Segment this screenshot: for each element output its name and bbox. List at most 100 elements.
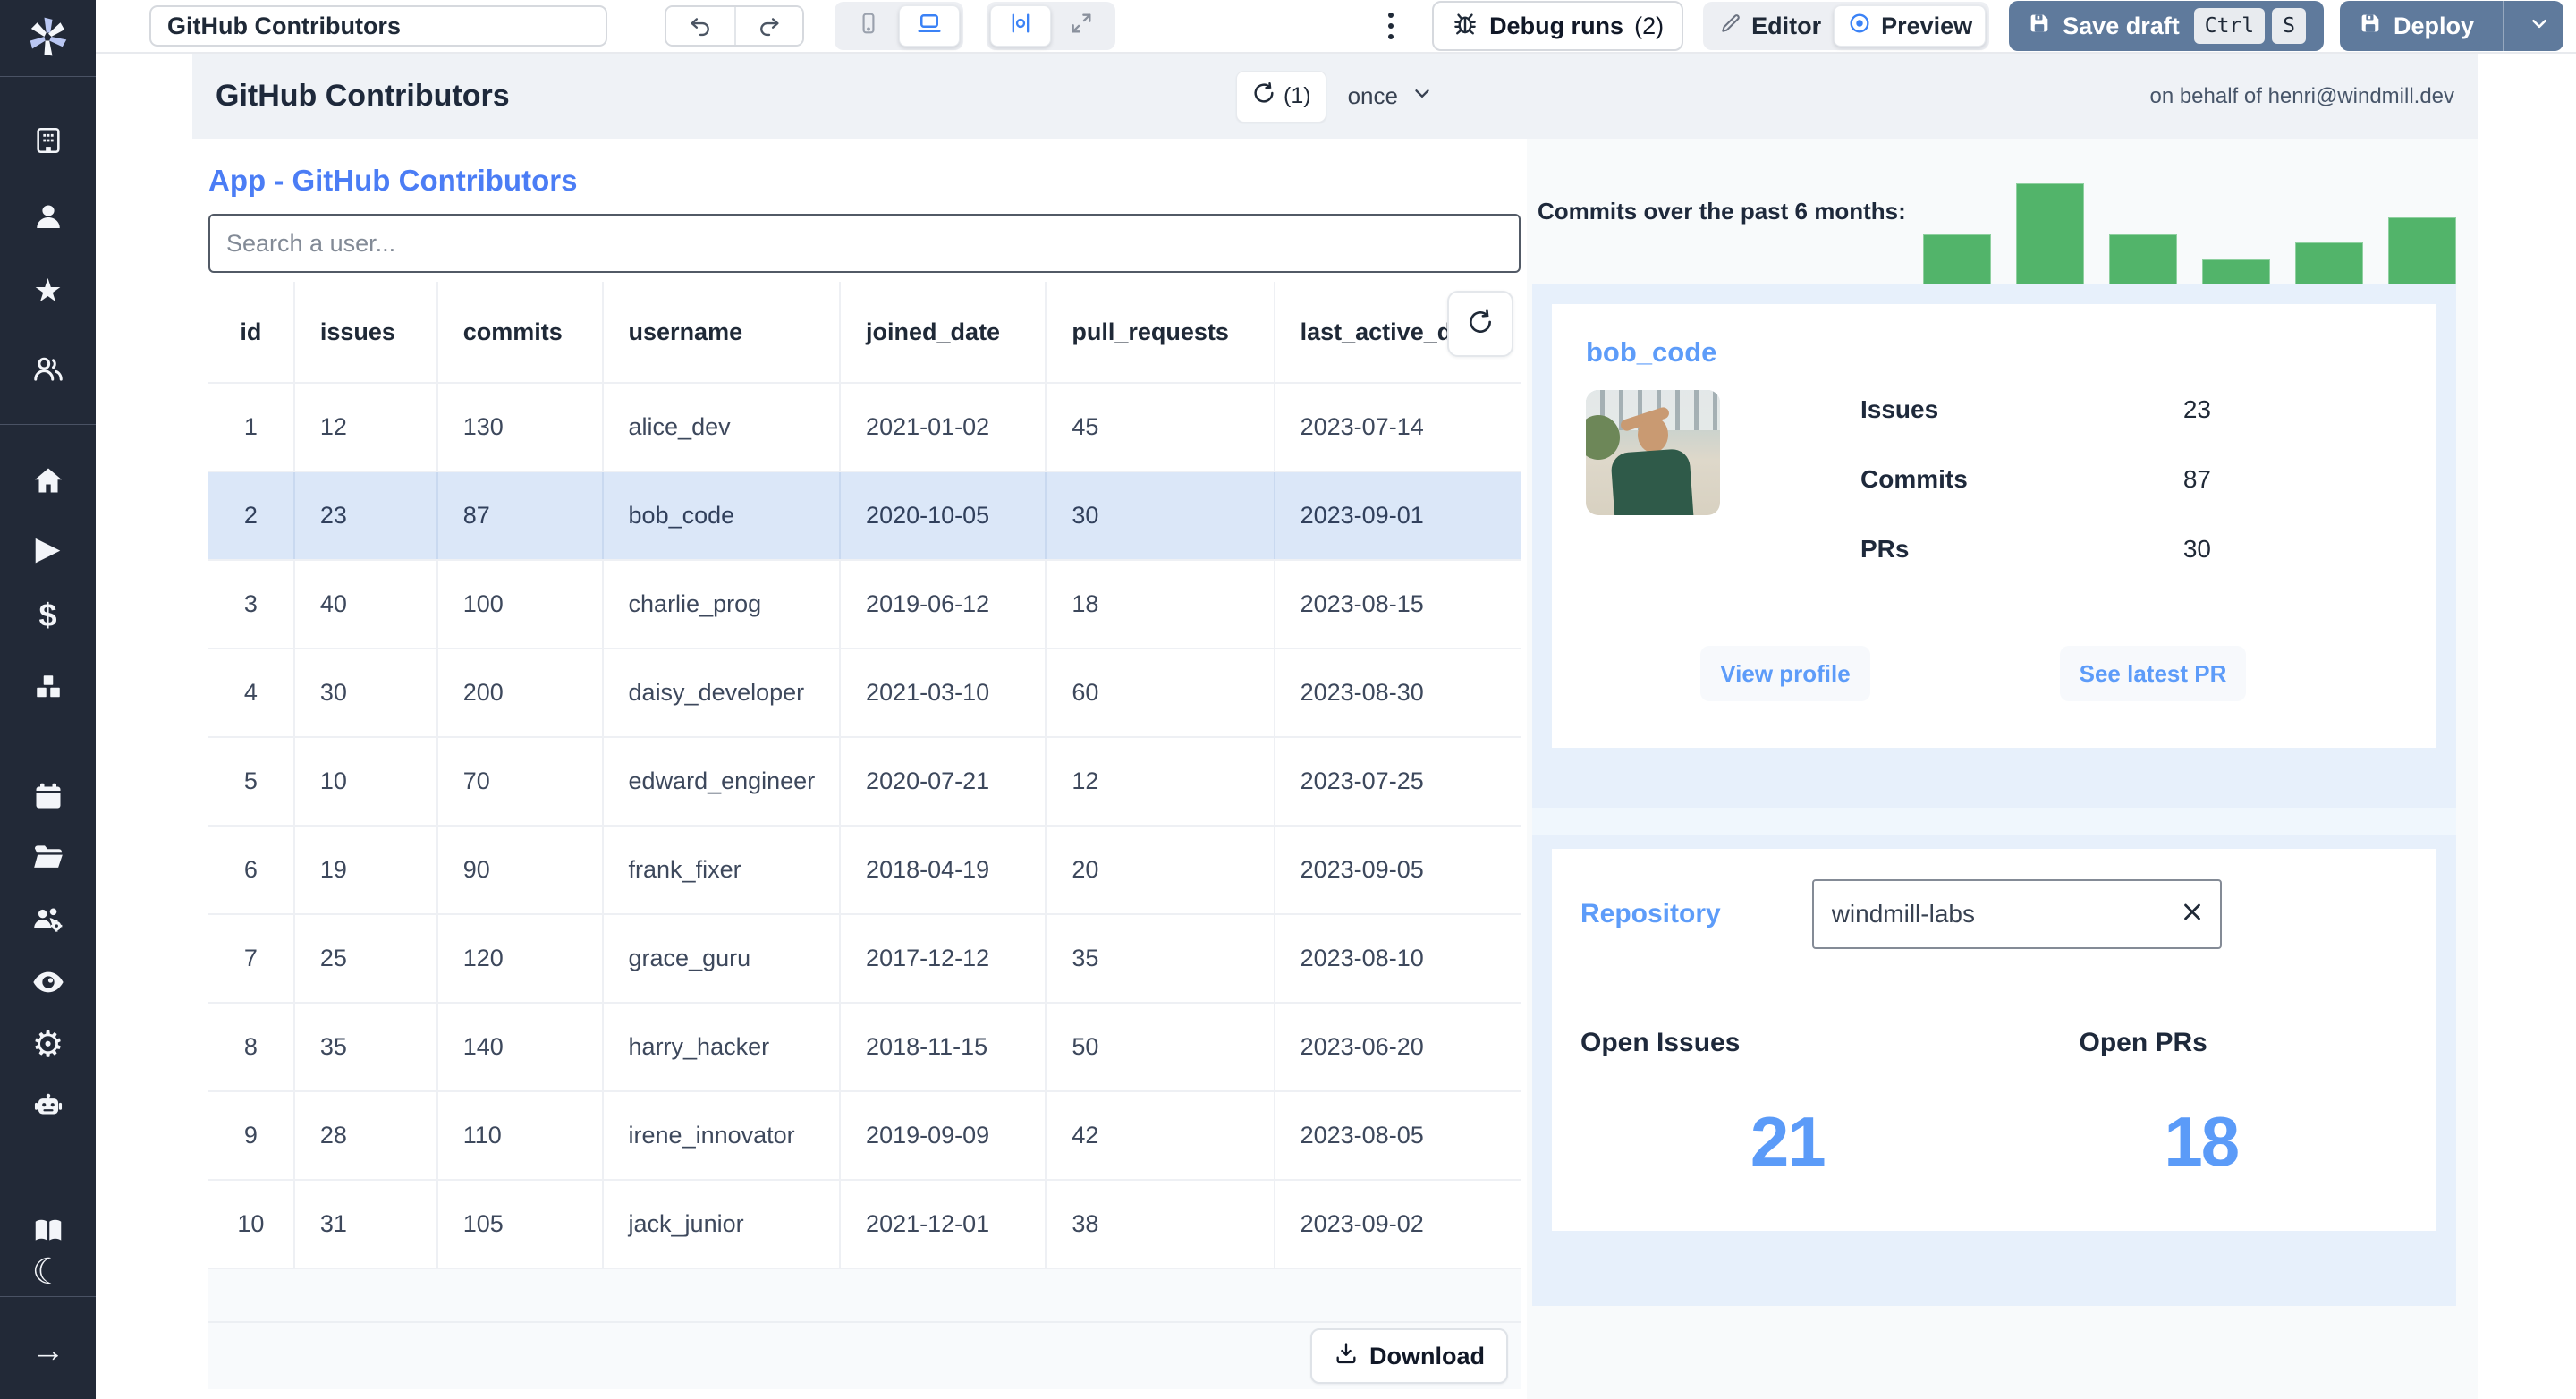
desktop-view-button[interactable] [899, 5, 960, 47]
table-refresh-button[interactable] [1447, 291, 1513, 357]
save-draft-button[interactable]: Save draft Ctrl S [2009, 1, 2324, 51]
stat-value: 87 [2182, 465, 2211, 493]
table-cell: daisy_developer [604, 649, 842, 736]
windmill-app-editor: ★ ▶ $ ⚙ ☾ → GitHub Contributors Debug ru… [0, 0, 2576, 1399]
app-refresh-button[interactable]: (1) [1236, 70, 1326, 123]
table-cell: 2023-09-05 [1300, 856, 1424, 883]
more-options-menu[interactable] [1373, 5, 1409, 47]
pencil-icon [1719, 12, 1742, 41]
table-empty-strip [208, 1269, 1521, 1321]
sidebar-item-groups[interactable] [21, 350, 75, 389]
folder-icon [31, 840, 65, 874]
sidebar-item-docs[interactable] [21, 1211, 75, 1251]
table-cell: 120 [438, 915, 604, 1002]
app-name-input[interactable] [149, 5, 607, 47]
stat-row: Commits 87 [1860, 465, 2211, 494]
chart-bar-4 [2202, 259, 2270, 284]
table-cell: 2023-06-20 [1300, 1033, 1424, 1060]
table-cell: 2023-08-05 [1300, 1122, 1424, 1149]
download-button[interactable]: Download [1310, 1328, 1508, 1384]
sidebar-item-folders[interactable] [21, 837, 75, 877]
sidebar-item-favorites[interactable]: ★ [21, 271, 75, 310]
sidebar-item-audit[interactable] [21, 962, 75, 1002]
save-icon [2027, 11, 2052, 42]
table-row[interactable]: 3 40 100 charlie_prog 2019-06-12 18 2023-08-15 [208, 561, 1521, 649]
table-cell: 35 [295, 1004, 438, 1090]
sidebar-collapse-button[interactable]: → [21, 1331, 75, 1370]
sidebar-item-billing[interactable]: $ [21, 596, 75, 635]
dollar-icon: $ [38, 597, 57, 633]
mobile-view-button[interactable] [838, 5, 899, 47]
table-cell: 130 [438, 384, 604, 471]
laptop-icon [916, 10, 943, 43]
column-header-issues: issues [295, 282, 438, 382]
windmill-logo[interactable] [24, 13, 72, 65]
table-row[interactable]: 6 19 90 frank_fixer 2018-04-19 20 2023-09-05 [208, 827, 1521, 915]
table-body: 1 12 130 alice_dev 2021-01-02 45 2023-07-14 2 23… [208, 384, 1521, 1269]
undo-button[interactable] [666, 7, 734, 45]
sidebar-item-schedules[interactable] [21, 776, 75, 816]
table-row[interactable]: 9 28 110 irene_innovator 2019-09-09 42 2023-08… [208, 1092, 1521, 1181]
refresh-count: (1) [1284, 83, 1311, 108]
redo-button[interactable] [734, 7, 802, 45]
table-cell: 28 [295, 1092, 438, 1179]
table-row[interactable]: 4 30 200 daisy_developer 2021-03-10 60 2023-08… [208, 649, 1521, 738]
sidebar-item-runs[interactable]: ▶ [21, 529, 75, 568]
table-row[interactable]: 2 23 87 bob_code 2020-10-05 30 2023-09-01 [208, 472, 1521, 561]
column-header-joined_date: joined_date [841, 282, 1047, 382]
repository-input[interactable] [1811, 879, 2222, 949]
debug-runs-label: Debug runs [1489, 12, 1624, 39]
table-cell: 2023-07-14 [1300, 413, 1424, 440]
table-row[interactable]: 5 10 70 edward_engineer 2020-07-21 12 2023-07-… [208, 738, 1521, 827]
on-behalf-of-label: on behalf of henri@windmill.dev [2149, 83, 2455, 108]
clear-input-button[interactable] [2179, 899, 2206, 930]
shortcut-key: Ctrl [2193, 8, 2266, 44]
fullwidth-button[interactable] [1051, 5, 1112, 47]
stat-label: Issues [1860, 395, 1939, 423]
deploy-button[interactable]: Deploy [2339, 1, 2563, 51]
table-row[interactable]: 7 25 120 grace_guru 2017-12-12 35 2023-08-10 [208, 915, 1521, 1004]
table-row[interactable]: 10 31 105 jack_junior 2021-12-01 38 2023-09-02 [208, 1181, 1521, 1269]
sidebar-item-user[interactable] [21, 198, 75, 237]
chart-bar-3 [2109, 234, 2177, 284]
user-card: bob_code Issues 23 Commits 87 PRs 30 View pro… [1552, 304, 2436, 748]
shortcut-key: S [2272, 8, 2306, 44]
center-align-button[interactable] [990, 5, 1051, 47]
view-profile-button[interactable]: View profile [1700, 646, 1870, 701]
table-row[interactable]: 8 35 140 harry_hacker 2018-11-15 50 2023-06-20 [208, 1004, 1521, 1092]
sidebar-item-ai[interactable] [21, 1086, 75, 1125]
users-icon [31, 352, 65, 386]
preview-tab[interactable]: Preview [1834, 5, 1987, 47]
calendar-icon [32, 780, 64, 812]
sidebar-item-home[interactable] [21, 461, 75, 500]
sidebar-item-workers[interactable] [21, 900, 75, 939]
table-cell: 100 [438, 561, 604, 648]
sidebar-item-settings[interactable]: ⚙ [21, 1025, 75, 1064]
save-draft-label: Save draft [2063, 12, 2180, 39]
stat-value: 23 [2182, 395, 2211, 423]
table-cell: 10 [295, 738, 438, 825]
home-icon [32, 464, 64, 496]
dark-mode-toggle[interactable]: ☾ [21, 1252, 75, 1292]
debug-runs-button[interactable]: Debug runs (2) [1432, 1, 1684, 51]
stat-row: Issues 23 [1860, 395, 2211, 424]
sidebar-item-resources[interactable] [21, 667, 75, 707]
editor-tab[interactable]: Editor [1707, 5, 1834, 47]
stat-label: PRs [1860, 535, 1910, 563]
schedule-dropdown[interactable]: once [1348, 81, 1434, 111]
chart-bar-6 [2388, 217, 2456, 284]
stat-row: PRs 30 [1860, 535, 2211, 564]
table-row[interactable]: 1 12 130 alice_dev 2021-01-02 45 2023-07-14 [208, 384, 1521, 472]
search-input[interactable] [208, 214, 1521, 273]
deploy-dropdown-button[interactable] [2515, 1, 2563, 51]
sidebar-item-workspace[interactable] [21, 121, 75, 160]
column-header-username: username [604, 282, 842, 382]
app-title: App - GitHub Contributors [208, 164, 578, 197]
contributors-table: id issues commits username joined_date pull_r… [208, 282, 1521, 1389]
column-header-pull_requests: pull_requests [1046, 282, 1275, 382]
chart-bar-2 [2016, 183, 2084, 284]
gear-icon: ⚙ [31, 1025, 64, 1064]
panel-gap [1532, 808, 2456, 835]
table-cell: 110 [438, 1092, 604, 1179]
see-latest-pr-button[interactable]: See latest PR [2060, 646, 2246, 701]
